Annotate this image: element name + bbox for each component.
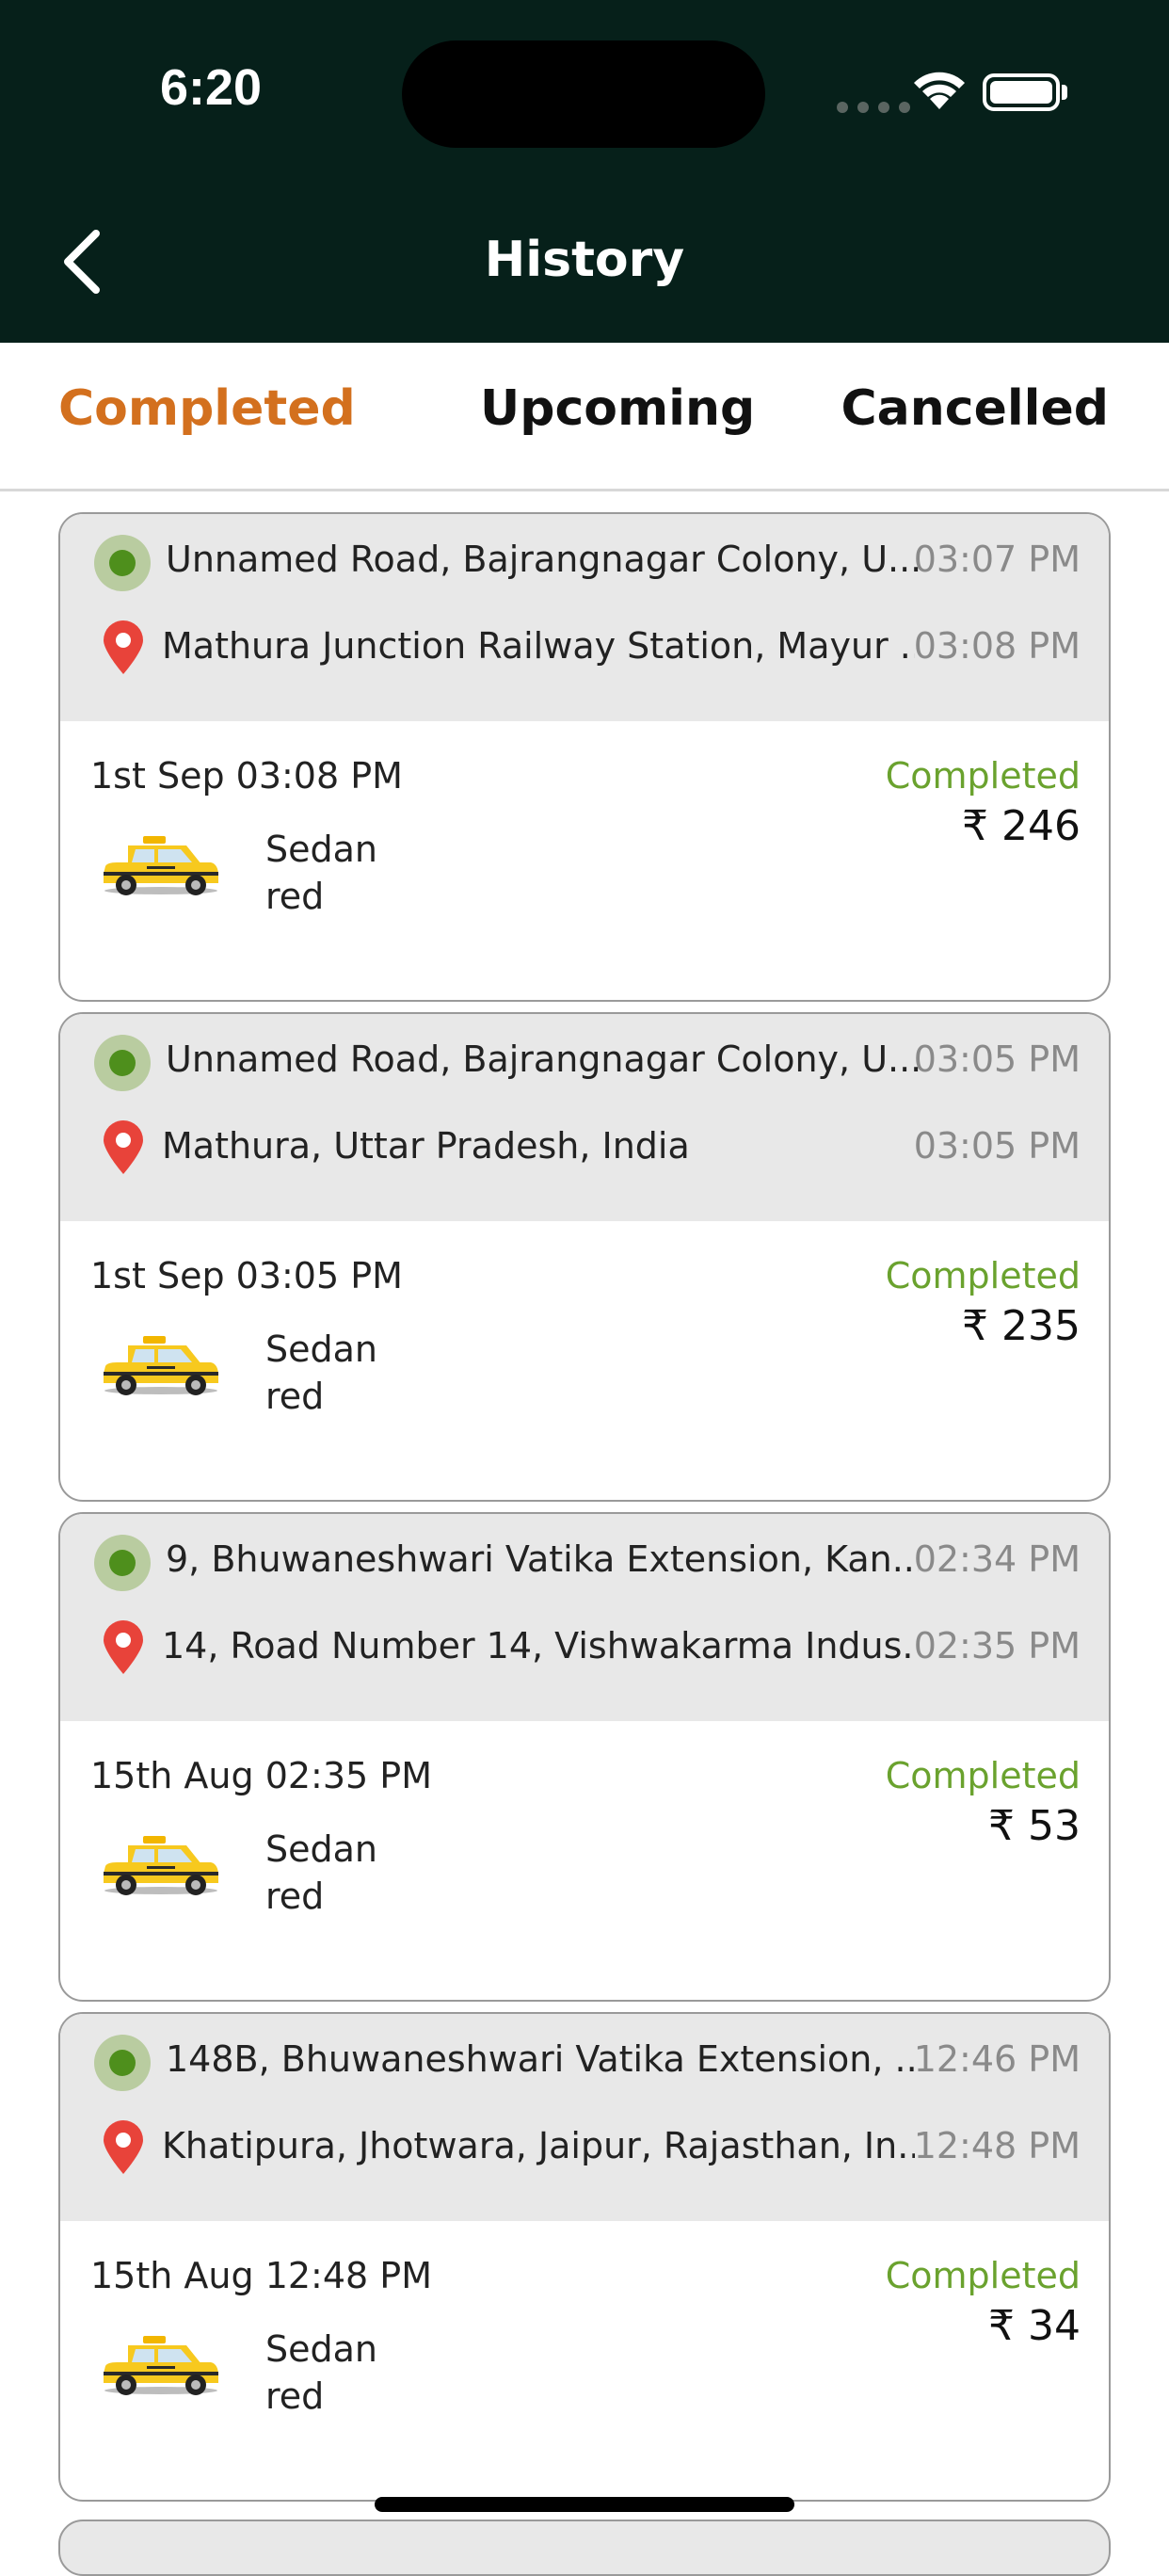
drop-time: 02:35 PM <box>913 1625 1081 1666</box>
location-pin-icon <box>104 1620 143 1674</box>
drop-time: 12:48 PM <box>913 2125 1081 2166</box>
battery-icon <box>983 73 1060 111</box>
ride-date: 15th Aug 12:48 PM <box>90 2255 432 2296</box>
tab-cancelled[interactable]: Cancelled <box>841 380 1109 437</box>
drop-row: Mathura, Uttar Pradesh, India 03:05 PM <box>60 1110 1109 1176</box>
pickup-time: 03:05 PM <box>913 1038 1081 1080</box>
ride-card[interactable]: 9, Bhuwaneshwari Vatika Extension, Kan..… <box>58 1512 1111 2002</box>
taxi-icon <box>104 1836 218 1895</box>
app-header: 6:20 History <box>0 0 1169 343</box>
dynamic-island <box>402 40 765 148</box>
ride-date: 1st Sep 03:08 PM <box>90 755 403 797</box>
wifi-icon <box>914 72 965 109</box>
car-type: Sedan <box>265 1328 377 1370</box>
ride-fare: ₹ 246 <box>962 802 1081 850</box>
taxi-icon <box>104 836 218 895</box>
tab-upcoming[interactable]: Upcoming <box>480 380 755 437</box>
car-type: Sedan <box>265 2328 377 2370</box>
ride-status: Completed <box>885 755 1081 797</box>
home-indicator <box>375 2497 794 2512</box>
ride-date: 1st Sep 03:05 PM <box>90 1255 403 1296</box>
route-panel: Unnamed Road, Bajrangnagar Colony, U... … <box>60 514 1109 721</box>
car-type: Sedan <box>265 829 377 870</box>
taxi-icon <box>104 2336 218 2395</box>
cellular-signal-icon <box>837 102 910 113</box>
drop-row: 14, Road Number 14, Vishwakarma Indus...… <box>60 1610 1109 1676</box>
location-pin-icon <box>104 1120 143 1174</box>
pickup-address: 148B, Bhuwaneshwari Vatika Extension, ..… <box>166 2038 919 2080</box>
pickup-dot-icon <box>94 1535 151 1591</box>
pickup-time: 12:46 PM <box>913 2038 1081 2080</box>
ride-fare: ₹ 53 <box>988 1802 1081 1850</box>
status-bar-time: 6:20 <box>160 59 263 116</box>
route-panel: 9, Bhuwaneshwari Vatika Extension, Kan..… <box>60 1514 1109 1721</box>
pickup-dot-icon <box>94 2035 151 2091</box>
taxi-icon <box>104 1336 218 1395</box>
drop-time: 03:05 PM <box>913 1125 1081 1167</box>
ride-card[interactable]: 148B, Bhuwaneshwari Vatika Extension, ..… <box>58 2012 1111 2502</box>
ride-status: Completed <box>885 1255 1081 1296</box>
location-pin-icon <box>104 2120 143 2174</box>
pickup-row: Unnamed Road, Bajrangnagar Colony, U... … <box>60 523 1109 591</box>
drop-address: Mathura, Uttar Pradesh, India <box>162 1125 690 1167</box>
drop-row: Mathura Junction Railway Station, Mayur … <box>60 610 1109 676</box>
pickup-row: 148B, Bhuwaneshwari Vatika Extension, ..… <box>60 2023 1109 2091</box>
pickup-dot-icon <box>94 1035 151 1091</box>
drop-address: Mathura Junction Railway Station, Mayur … <box>162 625 915 667</box>
car-color: red <box>265 1376 325 1417</box>
tab-completed[interactable]: Completed <box>58 380 356 437</box>
drop-address: Khatipura, Jhotwara, Jaipur, Rajasthan, … <box>162 2125 915 2166</box>
ride-fare: ₹ 34 <box>988 2302 1081 2350</box>
pickup-address: Unnamed Road, Bajrangnagar Colony, U... <box>166 539 919 580</box>
drop-row: Khatipura, Jhotwara, Jaipur, Rajasthan, … <box>60 2110 1109 2176</box>
car-type: Sedan <box>265 1828 377 1870</box>
ride-status: Completed <box>885 2255 1081 2296</box>
ride-card[interactable]: Unnamed Road, Bajrangnagar Colony, U... … <box>58 1012 1111 1502</box>
car-color: red <box>265 1876 325 1917</box>
drop-time: 03:08 PM <box>913 625 1081 667</box>
pickup-time: 03:07 PM <box>913 539 1081 580</box>
pickup-dot-icon <box>94 535 151 591</box>
route-panel: Unnamed Road, Bajrangnagar Colony, U... … <box>60 1014 1109 1221</box>
pickup-time: 02:34 PM <box>913 1538 1081 1580</box>
car-color: red <box>265 2375 325 2417</box>
pickup-address: Unnamed Road, Bajrangnagar Colony, U... <box>166 1038 919 1080</box>
pickup-row: Unnamed Road, Bajrangnagar Colony, U... … <box>60 1023 1109 1091</box>
ride-status: Completed <box>885 1755 1081 1796</box>
ride-date: 15th Aug 02:35 PM <box>90 1755 432 1796</box>
battery-cap <box>1062 85 1067 100</box>
route-panel: 148B, Bhuwaneshwari Vatika Extension, ..… <box>60 2014 1109 2221</box>
ride-fare: ₹ 235 <box>962 1302 1081 1350</box>
location-pin-icon <box>104 620 143 674</box>
pickup-row: 9, Bhuwaneshwari Vatika Extension, Kan..… <box>60 1523 1109 1591</box>
ride-card-partial[interactable] <box>58 2520 1111 2576</box>
drop-address: 14, Road Number 14, Vishwakarma Indus... <box>162 1625 915 1666</box>
ride-card[interactable]: Unnamed Road, Bajrangnagar Colony, U... … <box>58 512 1111 1002</box>
tab-bar: Completed Upcoming Cancelled <box>0 343 1169 491</box>
page-title: History <box>484 232 685 288</box>
car-color: red <box>265 876 325 917</box>
pickup-address: 9, Bhuwaneshwari Vatika Extension, Kan..… <box>166 1538 919 1580</box>
